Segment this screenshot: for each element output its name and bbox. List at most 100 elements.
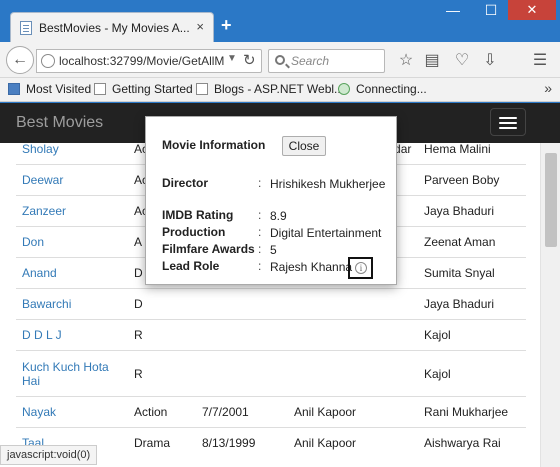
info-value: 8.9 <box>270 209 287 223</box>
info-label: Production <box>162 225 226 239</box>
movie-row: Nayak Action 7/7/2001 Anil Kapoor Rani Mukha… <box>16 396 526 428</box>
window-close-button[interactable]: ✕ <box>508 0 556 20</box>
url-dropdown-icon[interactable]: ▼ <box>227 53 237 64</box>
movie-genre: Drama <box>128 427 196 459</box>
movie-release-date: 8/13/1999 <box>196 427 288 459</box>
info-label: IMDB Rating <box>162 208 234 222</box>
info-separator: : <box>258 259 262 273</box>
bookmarks-overflow-icon[interactable]: » <box>544 80 552 96</box>
info-value: Hrishikesh Mukherjee <box>270 177 386 191</box>
movie-lead-actress: Aishwarya Rai <box>418 427 526 459</box>
movie-lead-actress: Kajol <box>418 319 526 351</box>
movie-release-date <box>196 319 288 351</box>
movie-row: D D L J R Kajol <box>16 319 526 351</box>
movie-genre: R <box>128 350 196 397</box>
movie-release-date: 7/7/2001 <box>196 396 288 428</box>
hamburger-bar <box>499 117 517 119</box>
window-minimize-button[interactable]: — <box>436 0 470 20</box>
bookmark-most-visited[interactable]: Most Visited <box>8 82 91 96</box>
reading-list-icon[interactable]: ▤ <box>422 51 442 71</box>
movie-lead-actress: Jaya Bhaduri <box>418 195 526 227</box>
download-icon[interactable]: ⇩ <box>480 51 500 71</box>
info-separator: : <box>258 242 262 256</box>
page-icon <box>94 83 106 95</box>
bookmark-blogs[interactable]: Blogs - ASP.NET Webl... <box>196 82 344 96</box>
info-separator: : <box>258 225 262 239</box>
movie-title-link[interactable]: Kuch Kuch Hota Hai <box>16 350 128 397</box>
bookmark-label: Connecting... <box>356 82 427 96</box>
search-placeholder: Search <box>291 54 330 68</box>
movie-lead-actor: Anil Kapoor <box>288 427 418 459</box>
new-tab-button[interactable]: + <box>221 16 232 34</box>
search-input[interactable]: Search <box>268 49 385 73</box>
movie-lead-actor: Anil Kapoor <box>288 396 418 428</box>
bookmark-star-icon[interactable]: ☆ <box>396 51 416 71</box>
back-arrow-icon[interactable]: ← <box>6 46 34 74</box>
status-link-tooltip: javascript:void(0) <box>0 445 98 465</box>
info-label: Director <box>162 176 209 190</box>
info-icon[interactable]: i <box>348 257 373 279</box>
info-separator: : <box>258 176 262 190</box>
movie-title-link[interactable]: Bawarchi <box>16 288 128 320</box>
bookmark-label: Blogs - ASP.NET Webl... <box>214 82 345 96</box>
movie-row: Kuch Kuch Hota Hai R Kajol <box>16 350 526 397</box>
page-scrollbar[interactable] <box>540 143 560 467</box>
hamburger-bar <box>499 127 517 129</box>
page-favicon-icon <box>20 21 32 35</box>
movie-lead-actress: Sumita Snyal <box>418 257 526 289</box>
window-maximize-button[interactable]: ☐ <box>474 0 508 20</box>
movie-lead-actor <box>288 319 418 351</box>
movie-title-link[interactable]: Don <box>16 226 128 258</box>
movie-info-dialog: Movie Information Close Director : Hrish… <box>145 116 397 285</box>
movie-lead-actress: Jaya Bhaduri <box>418 288 526 320</box>
bookmark-label: Getting Started <box>112 82 193 96</box>
info-label: Filmfare Awards <box>162 242 255 256</box>
movie-lead-actor <box>288 350 418 397</box>
movie-title-link[interactable]: Nayak <box>16 396 128 428</box>
movie-genre: D <box>128 288 196 320</box>
dialog-title: Movie Information <box>162 138 266 152</box>
url-text[interactable]: localhost:32799/Movie/GetAllMov <box>59 54 224 68</box>
bookmark-getting-started[interactable]: Getting Started <box>94 82 193 96</box>
browser-titlebar: BestMovies - My Movies A... × + — ☐ ✕ <box>0 0 560 43</box>
hamburger-menu-button[interactable] <box>490 108 526 136</box>
movie-lead-actress: Zeenat Aman <box>418 226 526 258</box>
movie-lead-actress: Parveen Boby <box>418 164 526 196</box>
info-label: Lead Role <box>162 259 220 273</box>
info-circle-icon: i <box>355 262 367 274</box>
bookmarks-toolbar: Most Visited Getting Started Blogs - ASP… <box>0 78 560 102</box>
movie-release-date <box>196 350 288 397</box>
bookmark-connecting[interactable]: Connecting... <box>338 82 427 96</box>
movie-title-link[interactable]: Deewar <box>16 164 128 196</box>
tab-title: BestMovies - My Movies A... <box>39 21 190 35</box>
scrollbar-thumb[interactable] <box>545 153 557 247</box>
search-icon <box>275 55 285 65</box>
browser-tab[interactable]: BestMovies - My Movies A... × <box>10 12 214 43</box>
movie-lead-actress: Hema Malini <box>418 143 526 165</box>
movie-genre: Action <box>128 396 196 428</box>
app-brand[interactable]: Best Movies <box>16 114 103 132</box>
info-value: 5 <box>270 243 277 257</box>
globe-icon <box>41 54 55 68</box>
menu-icon[interactable]: ☰ <box>530 51 550 71</box>
movie-title-link[interactable]: D D L J <box>16 319 128 351</box>
address-bar[interactable]: localhost:32799/Movie/GetAllMov ▼ ↻ <box>36 49 262 73</box>
loading-icon <box>338 83 350 95</box>
pocket-icon[interactable]: ♡ <box>452 51 472 71</box>
movie-genre: R <box>128 319 196 351</box>
movie-title-link[interactable]: Anand <box>16 257 128 289</box>
browser-navbar: ← localhost:32799/Movie/GetAllMov ▼ ↻ Se… <box>0 42 560 78</box>
page-icon <box>196 83 208 95</box>
movie-title-link[interactable]: Sholay <box>16 143 128 165</box>
reload-icon[interactable]: ↻ <box>243 51 256 69</box>
tab-close-icon[interactable]: × <box>196 19 204 34</box>
movie-lead-actor <box>288 288 418 320</box>
movie-title-link[interactable]: Zanzeer <box>16 195 128 227</box>
movie-row: Bawarchi D Jaya Bhaduri <box>16 288 526 320</box>
folder-icon <box>8 83 20 95</box>
info-separator: : <box>258 208 262 222</box>
movie-lead-actress: Rani Mukharjee <box>418 396 526 428</box>
close-button[interactable]: Close <box>282 136 326 156</box>
bookmark-label: Most Visited <box>26 82 92 96</box>
hamburger-bar <box>499 122 517 124</box>
